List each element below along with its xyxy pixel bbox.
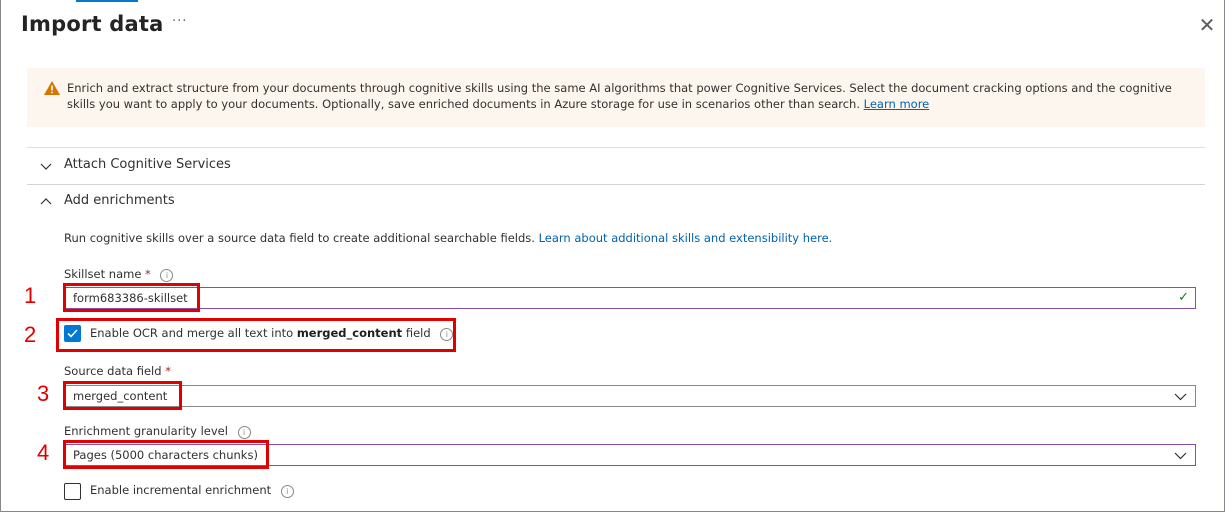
banner-text: Enrich and extract structure from your d… [67,80,1197,112]
close-button[interactable]: ✕ [1196,14,1218,36]
source-data-field-label: Source data field * [64,364,171,378]
source-label-text: Source data field [64,364,162,378]
learn-more-link[interactable]: Learn more [864,97,930,111]
skillset-name-input[interactable]: form683386-skillset ✓ [64,287,1196,309]
required-marker: * [165,364,171,378]
callout-box-ocr [56,318,456,352]
checkmark-icon: ✓ [1178,290,1189,305]
skillset-label-text: Skillset name [64,267,142,281]
callout-box-granularity [63,440,269,469]
callout-number-1: 1 [24,283,37,308]
info-icon[interactable]: i [237,426,251,439]
enrichments-description: Run cognitive skills over a source data … [64,231,832,245]
section-label: Add enrichments [64,193,175,208]
learn-skills-link[interactable]: Learn about additional skills and extens… [539,231,833,245]
granularity-label: Enrichment granularity level i [64,424,251,439]
info-banner: Enrich and extract structure from your d… [27,68,1205,127]
callout-number-4: 4 [37,440,50,465]
incremental-enrichment-checkbox[interactable] [64,483,81,500]
incremental-label-text: Enable incremental enrichment [90,483,272,497]
top-edge-fragment [76,0,196,3]
granularity-label-text: Enrichment granularity level [64,424,228,438]
section-add-enrichments[interactable]: Add enrichments [27,184,1205,220]
description-text: Run cognitive skills over a source data … [64,231,535,245]
skillset-name-label: Skillset name * i [64,267,174,282]
required-marker: * [145,267,151,281]
chevron-down-icon [1174,452,1187,460]
section-attach-cognitive-services[interactable]: Attach Cognitive Services [27,147,1205,185]
info-icon[interactable]: i [160,269,174,282]
chevron-down-icon [40,163,52,170]
more-options-button[interactable]: ··· [172,14,187,29]
chevron-down-icon [1174,393,1187,401]
info-icon[interactable]: i [280,485,294,498]
section-label: Attach Cognitive Services [64,157,231,172]
callout-number-3: 3 [37,381,50,406]
page-title: Import data [21,12,164,36]
chevron-up-icon [40,198,52,205]
warning-triangle-icon [44,81,60,95]
banner-message: Enrich and extract structure from your d… [67,81,1172,111]
callout-number-2: 2 [24,322,37,347]
source-data-field-dropdown[interactable]: merged_content [64,385,1196,407]
callout-box-skillset [63,283,200,312]
callout-box-source-field [63,381,182,410]
incremental-enrichment-label: Enable incremental enrichment i [90,483,294,498]
